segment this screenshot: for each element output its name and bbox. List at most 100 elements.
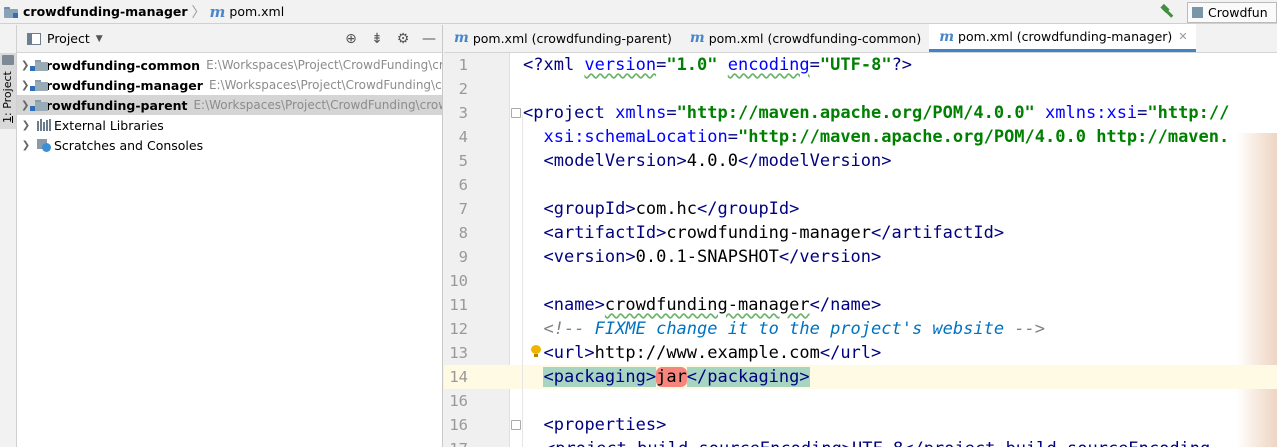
breadcrumb: crowdfunding-manager 〉 m pom.xml	[0, 0, 284, 24]
code-text: <!-- FIXME change it to the project's we…	[543, 319, 1046, 339]
line-number: 16	[449, 392, 468, 410]
line-number: 9	[458, 248, 468, 266]
code-text: <properties>	[543, 415, 667, 435]
code-line: 10	[444, 269, 1277, 293]
tree-item-path: E:\Workspaces\Project\CrowdFunding\cr	[208, 78, 442, 92]
tree-item-name: crowdfunding-common	[38, 57, 201, 73]
line-number: 8	[458, 224, 468, 242]
maven-file-icon: m	[209, 2, 226, 21]
run-config-label: Crowdfun	[1208, 4, 1268, 20]
line-number: 6	[458, 176, 468, 194]
line-number: 7	[458, 200, 468, 218]
line-number: 4	[458, 128, 468, 146]
code-line: 12 <!-- FIXME change it to the project's…	[444, 317, 1277, 341]
chevron-right-icon[interactable]: ❯	[21, 140, 31, 151]
fold-marker-icon[interactable]	[511, 108, 521, 118]
code-line: 3 <project xmlns="http://maven.apache.or…	[444, 101, 1277, 125]
chevron-right-icon[interactable]: ❯	[21, 100, 29, 111]
project-view-icon	[27, 32, 41, 45]
line-number: 12	[449, 320, 468, 338]
build-hammer-icon[interactable]	[1159, 3, 1177, 21]
gear-icon[interactable]: ⚙	[390, 25, 416, 53]
locate-file-icon[interactable]: ⊕	[338, 25, 364, 53]
close-icon[interactable]: ✕	[1178, 30, 1187, 43]
code-text: <version>0.0.1-SNAPSHOT</version>	[543, 247, 882, 267]
code-line: 5 <modelVersion>4.0.0</modelVersion>	[444, 149, 1277, 173]
tab-label: pom.xml (crowdfunding-manager)	[958, 29, 1173, 44]
fold-marker-icon[interactable]	[511, 420, 521, 430]
collapse-all-icon[interactable]: ⇟	[364, 25, 390, 53]
code-text: <artifactId>crowdfunding-manager</artifa…	[543, 223, 1005, 243]
tab-label: pom.xml (crowdfunding-parent)	[472, 30, 672, 46]
project-panel-tools: ⊕ ⇟ ⚙ —	[338, 25, 442, 53]
code-text: <project.build.sourceEncoding>UTF-8</pro…	[545, 437, 1210, 447]
code-line: 4 xsi:schemaLocation="http://maven.apach…	[444, 125, 1277, 149]
code-text: <name>crowdfunding-manager</name>	[543, 295, 882, 315]
code-text: <modelVersion>4.0.0</modelVersion>	[543, 151, 892, 171]
chevron-right-icon[interactable]: ❯	[21, 120, 31, 131]
code-line: 17 <project.build.sourceEncoding>UTF-8</…	[444, 437, 1277, 447]
maven-file-icon: m	[939, 28, 955, 45]
code-editor[interactable]: 1 <?xml version="1.0" encoding="UTF-8"?>…	[444, 53, 1277, 447]
tree-item-external-libraries[interactable]: ❯ External Libraries	[17, 115, 442, 135]
nav-toolbar: Crowdfun	[1159, 0, 1277, 24]
code-line: 8 <artifactId>crowdfunding-manager</arti…	[444, 221, 1277, 245]
code-line: 2	[444, 77, 1277, 101]
tree-item-name: crowdfunding-manager	[38, 77, 203, 93]
module-folder-icon	[4, 6, 19, 18]
run-configuration-selector[interactable]: Crowdfun	[1187, 1, 1277, 23]
tree-item-crowdfunding-parent[interactable]: ❯ crowdfunding-parent E:\Workspaces\Proj…	[17, 95, 442, 115]
line-number: 14	[449, 368, 468, 386]
tab-label: pom.xml (crowdfunding-common)	[708, 30, 922, 46]
libraries-icon	[37, 119, 51, 131]
code-line: 6	[444, 173, 1277, 197]
code-text: <project xmlns="http://maven.apache.org/…	[523, 103, 1230, 123]
code-line: 11 <name>crowdfunding-manager</name>	[444, 293, 1277, 317]
line-number: 3	[458, 104, 468, 122]
chevron-right-icon: 〉	[191, 4, 206, 21]
project-panel-header: Project ▼ ⊕ ⇟ ⚙ —	[17, 25, 442, 53]
line-number: 10	[449, 272, 468, 290]
chevron-right-icon[interactable]: ❯	[21, 60, 29, 71]
code-line-current: 14 <packaging>jar</packaging>	[444, 365, 1277, 389]
code-text: <packaging>jar</packaging>	[543, 367, 810, 387]
left-tool-stripe: 1: Project	[0, 25, 17, 447]
line-number: 11	[449, 296, 468, 314]
code-line: 7 <groupId>com.hc</groupId>	[444, 197, 1277, 221]
line-number: 17	[444, 437, 468, 447]
tree-item-path: E:\Workspaces\Project\CrowdFunding\crow	[193, 98, 442, 112]
breadcrumb-project[interactable]: crowdfunding-manager	[23, 4, 188, 19]
code-text: <groupId>com.hc</groupId>	[543, 199, 800, 219]
hide-minus-icon[interactable]: —	[416, 25, 442, 53]
maven-file-icon: m	[689, 30, 705, 46]
code-line: 13 <url>http://www.example.com</url>	[444, 341, 1277, 365]
line-number: 2	[458, 80, 468, 98]
code-text: xsi:schemaLocation="http://maven.apache.…	[543, 127, 1230, 147]
tree-item-crowdfunding-manager[interactable]: ❯ crowdfunding-manager E:\Workspaces\Pro…	[17, 75, 442, 95]
navigation-bar: crowdfunding-manager 〉 m pom.xml Crowdfu…	[0, 0, 1277, 24]
tab-pom-manager[interactable]: m pom.xml (crowdfunding-manager) ✕	[929, 24, 1196, 52]
scratches-icon	[37, 138, 51, 152]
line-number: 1	[458, 56, 468, 74]
code-line: 1 <?xml version="1.0" encoding="UTF-8"?>	[444, 53, 1277, 77]
caret-down-icon[interactable]: ▼	[96, 34, 103, 44]
code-line: 16 <properties>	[444, 413, 1277, 437]
tab-pom-parent[interactable]: m pom.xml (crowdfunding-parent)	[444, 24, 680, 52]
project-panel: Project ▼ ⊕ ⇟ ⚙ — ❯ crowdfunding-common …	[17, 25, 443, 447]
project-tool-window-button[interactable]: 1: Project	[0, 53, 16, 129]
tree-item-scratches[interactable]: ❯ Scratches and Consoles	[17, 135, 442, 155]
tree-item-name: Scratches and Consoles	[54, 137, 204, 153]
indent-guide	[522, 115, 523, 447]
editor-tabs: m pom.xml (crowdfunding-parent) m pom.xm…	[444, 24, 1277, 53]
tree-item-path: E:\Workspaces\Project\CrowdFunding\cr	[206, 58, 442, 72]
line-number: 13	[449, 344, 468, 362]
breadcrumb-file[interactable]: pom.xml	[229, 4, 284, 19]
project-view-selector[interactable]: Project	[47, 31, 90, 46]
chevron-right-icon[interactable]: ❯	[21, 80, 29, 91]
tree-item-crowdfunding-common[interactable]: ❯ crowdfunding-common E:\Workspaces\Proj…	[17, 55, 442, 75]
code-line: 16	[444, 389, 1277, 413]
project-tree: ❯ crowdfunding-common E:\Workspaces\Proj…	[17, 53, 442, 155]
tree-item-name: External Libraries	[54, 117, 164, 133]
tab-pom-common[interactable]: m pom.xml (crowdfunding-common)	[680, 24, 929, 52]
line-number: 5	[458, 152, 468, 170]
